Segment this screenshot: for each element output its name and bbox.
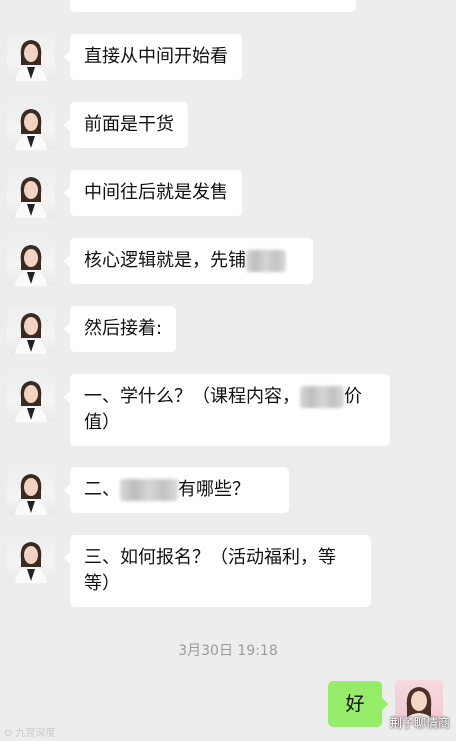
redacted-text (246, 250, 286, 272)
message-bubble[interactable]: 中间往后就是发售 (64, 170, 242, 216)
message-text: 值） (84, 412, 120, 433)
message-text: 二、 (84, 479, 120, 500)
sender-avatar[interactable] (7, 170, 55, 218)
watermark-right: 荆子聊情商 (389, 716, 450, 730)
message-bubble[interactable]: 一、学什么？（课程内容， 价值） (64, 374, 390, 446)
message-bubble[interactable]: 前面是干货 (64, 102, 188, 148)
previous-message-bubble (70, 0, 356, 12)
sender-avatar[interactable] (7, 535, 55, 583)
sender-avatar[interactable] (7, 102, 55, 150)
sender-avatar[interactable] (7, 33, 55, 81)
message-bubble[interactable]: 三、如何报名？（活动福利，等等） (64, 535, 371, 607)
message-text: 核心逻辑就是，先铺 (84, 250, 246, 271)
message-text: 价 (344, 386, 362, 407)
sender-avatar[interactable] (7, 467, 55, 515)
message-text: 有哪些？ (178, 479, 250, 500)
message-timestamp: 3月30日 19:18 (178, 643, 278, 659)
message-text: 一、学什么？（课程内容， (84, 386, 300, 407)
message-bubble[interactable]: 直接从中间开始看 (64, 34, 242, 80)
message-bubble[interactable]: 然后接着: (63, 306, 177, 352)
redacted-text (300, 386, 344, 408)
sender-avatar[interactable] (7, 238, 55, 286)
message-bubble[interactable]: 核心逻辑就是，先铺 (64, 238, 313, 284)
message-bubble[interactable]: 二、 有哪些？ (64, 467, 289, 513)
redacted-text (120, 479, 178, 501)
sent-message-bubble[interactable]: 好 (328, 681, 388, 727)
sender-avatar[interactable] (7, 306, 55, 354)
sender-avatar[interactable] (7, 374, 55, 422)
watermark-left: ⊙ 九宫深度 (4, 728, 56, 739)
